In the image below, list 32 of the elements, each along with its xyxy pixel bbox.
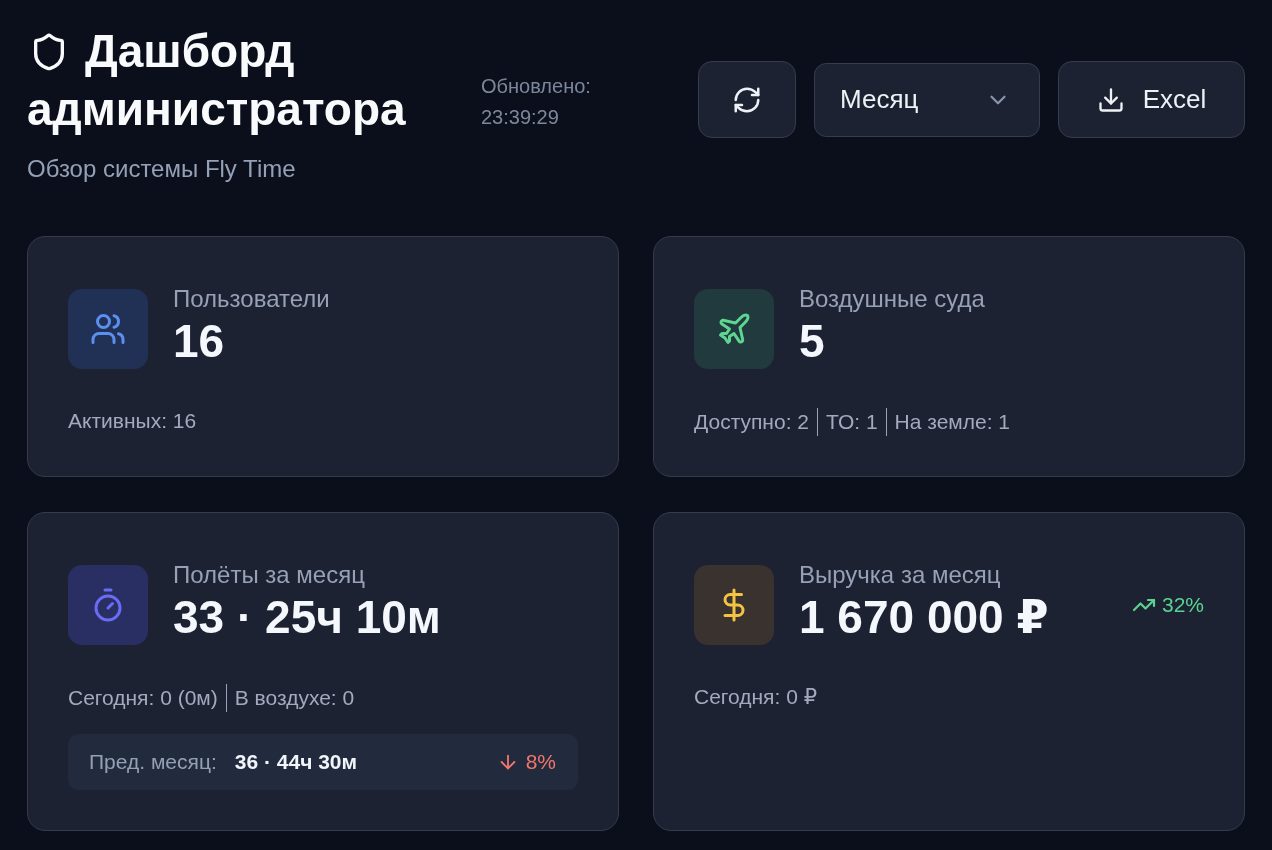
users-icon <box>68 289 148 369</box>
stat-detail: В воздухе: 0 <box>234 685 355 711</box>
download-icon <box>1096 85 1125 114</box>
stat-label: Выручка за месяц <box>799 560 1002 590</box>
trend-percent: 32% <box>1161 593 1204 617</box>
stat-detail: Сегодня: 0 (0м) <box>68 685 218 711</box>
refresh-button[interactable] <box>698 61 796 138</box>
plane-icon <box>694 289 774 369</box>
stat-label: Полёты за месяц <box>173 560 366 590</box>
stat-detail: Сегодня: 0 ₽ <box>694 684 818 710</box>
stat-detail: Активных: 16 <box>68 408 197 434</box>
stat-value: 16 <box>173 314 226 368</box>
stat-value: 5 <box>799 314 826 368</box>
previous-month-label: Пред. месяц: <box>89 750 217 774</box>
updated-time: 23:39:29 <box>481 105 560 130</box>
page-title: администратора <box>27 82 406 137</box>
change-percent: 8% <box>525 750 556 774</box>
stat-label: Воздушные суда <box>799 284 986 314</box>
stat-value: 33 · 25ч 10м <box>173 590 442 644</box>
stat-value: 1 670 000 ₽ <box>799 590 1050 644</box>
dollar-icon <box>694 565 774 645</box>
stat-label: Пользователи <box>173 284 331 314</box>
stopwatch-icon <box>68 565 148 645</box>
page-title: Дашборд <box>85 24 295 79</box>
excel-export-button[interactable]: Excel <box>1058 61 1245 138</box>
period-select[interactable]: Месяц <box>814 62 1040 137</box>
updated-label: Обновлено: <box>481 74 591 99</box>
previous-month-value: 36 · 44ч 30м <box>234 750 358 774</box>
stat-detail: Доступно: 2 <box>694 409 809 435</box>
stat-detail: ТО: 1 <box>826 409 878 435</box>
stat-detail: На земле: 1 <box>894 409 1011 435</box>
page-subtitle: Обзор системы Fly Time <box>27 154 297 184</box>
